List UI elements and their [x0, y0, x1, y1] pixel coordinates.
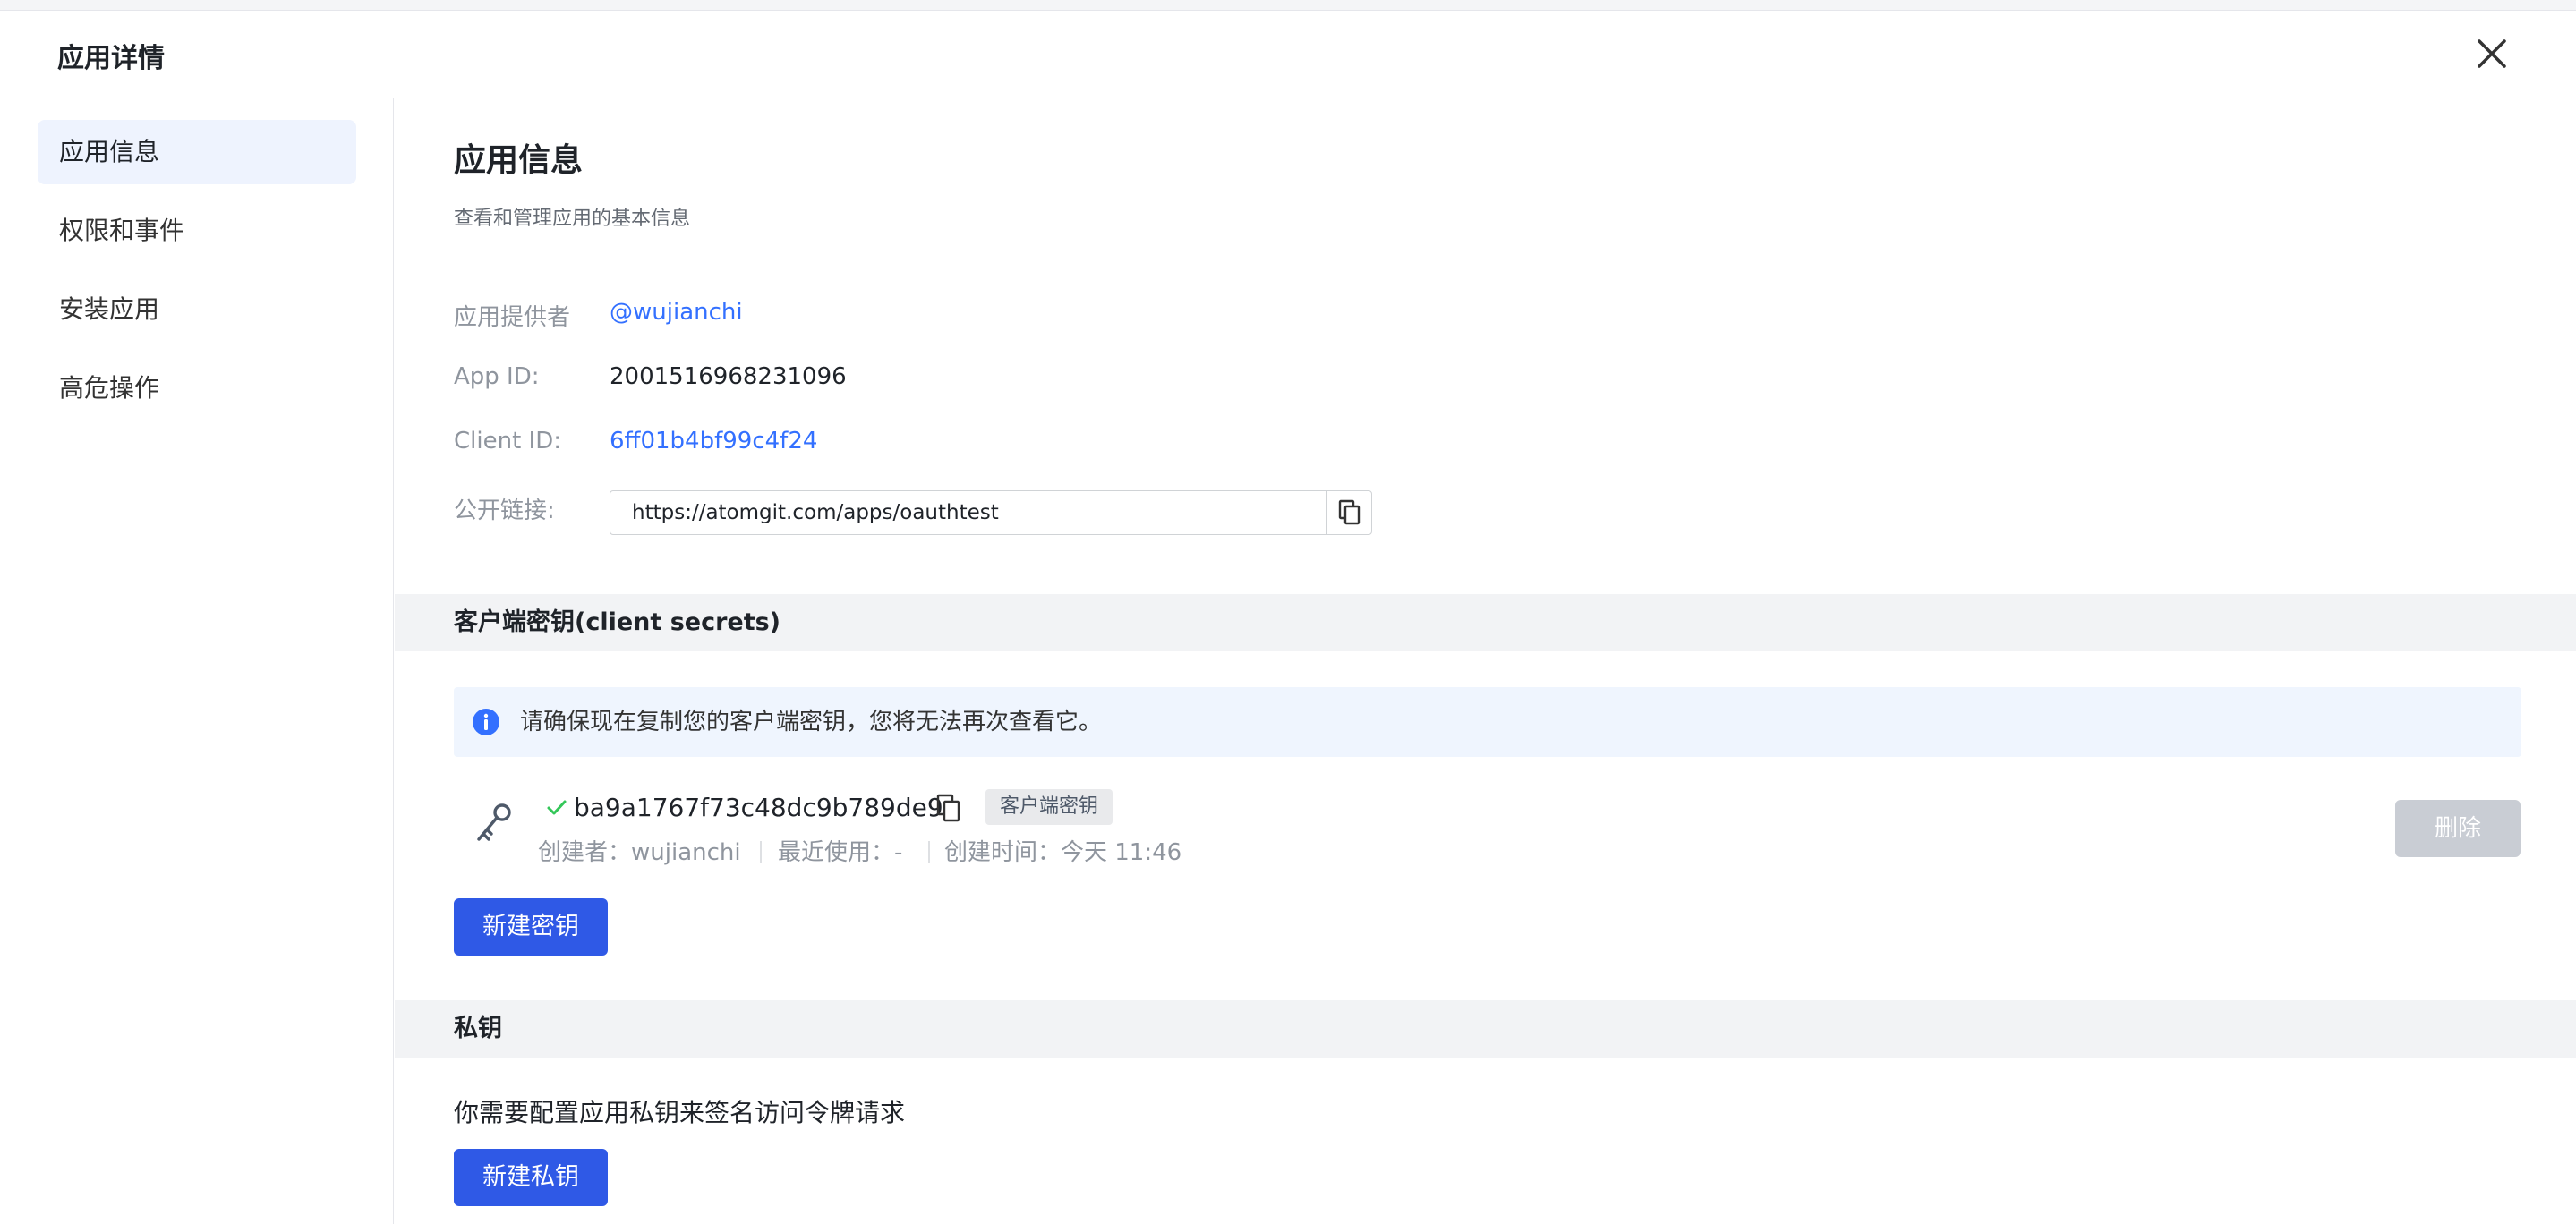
- secret-value: ba9a1767f73c48dc9b789de9: [574, 793, 943, 822]
- secret-notice: 请确保现在复制您的客户端密钥，您将无法再次查看它。: [454, 687, 2521, 757]
- dialog-title: 应用详情: [57, 43, 165, 74]
- private-key-description: 你需要配置应用私钥来签名访问令牌请求: [454, 1098, 906, 1127]
- check-icon: [547, 800, 567, 815]
- secret-created-time: 创建时间：今天 11:46: [944, 839, 1182, 866]
- provider-label: 应用提供者: [454, 304, 571, 331]
- client-secrets-section-header: 客户端密钥(client secrets): [395, 594, 2576, 651]
- sidebar: 应用信息 权限和事件 安装应用 高危操作: [0, 98, 394, 1224]
- private-key-section-header: 私钥: [395, 1000, 2576, 1058]
- sidebar-item-install-app[interactable]: 安装应用: [38, 277, 356, 342]
- public-link-value: https://atomgit.com/apps/oauthtest: [632, 501, 999, 524]
- client-id-label: Client ID:: [454, 428, 561, 455]
- close-icon: [2478, 39, 2506, 68]
- secret-creator: 创建者：wujianchi: [538, 839, 741, 866]
- meta-divider: [928, 841, 930, 863]
- dialog-header: 应用详情: [0, 11, 2576, 98]
- sidebar-item-app-info[interactable]: 应用信息: [38, 120, 356, 184]
- new-secret-button[interactable]: 新建密钥: [454, 898, 608, 956]
- copy-icon[interactable]: [935, 793, 962, 823]
- page-subtitle: 查看和管理应用的基本信息: [454, 208, 691, 230]
- public-link-label: 公开链接:: [454, 497, 555, 524]
- secret-last-used: 最近使用：-: [778, 839, 903, 866]
- client-id-value[interactable]: 6ff01b4bf99c4f24: [610, 428, 817, 455]
- delete-secret-button[interactable]: 删除: [2395, 800, 2521, 857]
- sidebar-item-danger-ops[interactable]: 高危操作: [38, 356, 356, 421]
- copy-icon: [1338, 499, 1360, 525]
- copy-link-button[interactable]: [1326, 491, 1371, 534]
- public-link-field[interactable]: https://atomgit.com/apps/oauthtest: [610, 490, 1372, 535]
- app-id-label: App ID:: [454, 363, 540, 390]
- page-title: 应用信息: [454, 142, 584, 179]
- main-content: 应用信息 查看和管理应用的基本信息 应用提供者 @wujianchi App I…: [395, 98, 2576, 1224]
- info-icon: [473, 709, 499, 735]
- meta-divider: [760, 841, 762, 863]
- provider-link[interactable]: @wujianchi: [610, 299, 743, 326]
- sidebar-item-permissions-events[interactable]: 权限和事件: [38, 199, 356, 263]
- secret-type-badge: 客户端密钥: [985, 789, 1113, 825]
- key-icon: [477, 803, 511, 841]
- browser-top-strip: [0, 0, 2576, 11]
- app-id-value: 2001516968231096: [610, 363, 847, 390]
- new-private-key-button[interactable]: 新建私钥: [454, 1149, 608, 1206]
- notice-text: 请确保现在复制您的客户端密钥，您将无法再次查看它。: [520, 709, 1103, 735]
- close-button[interactable]: [2472, 34, 2512, 73]
